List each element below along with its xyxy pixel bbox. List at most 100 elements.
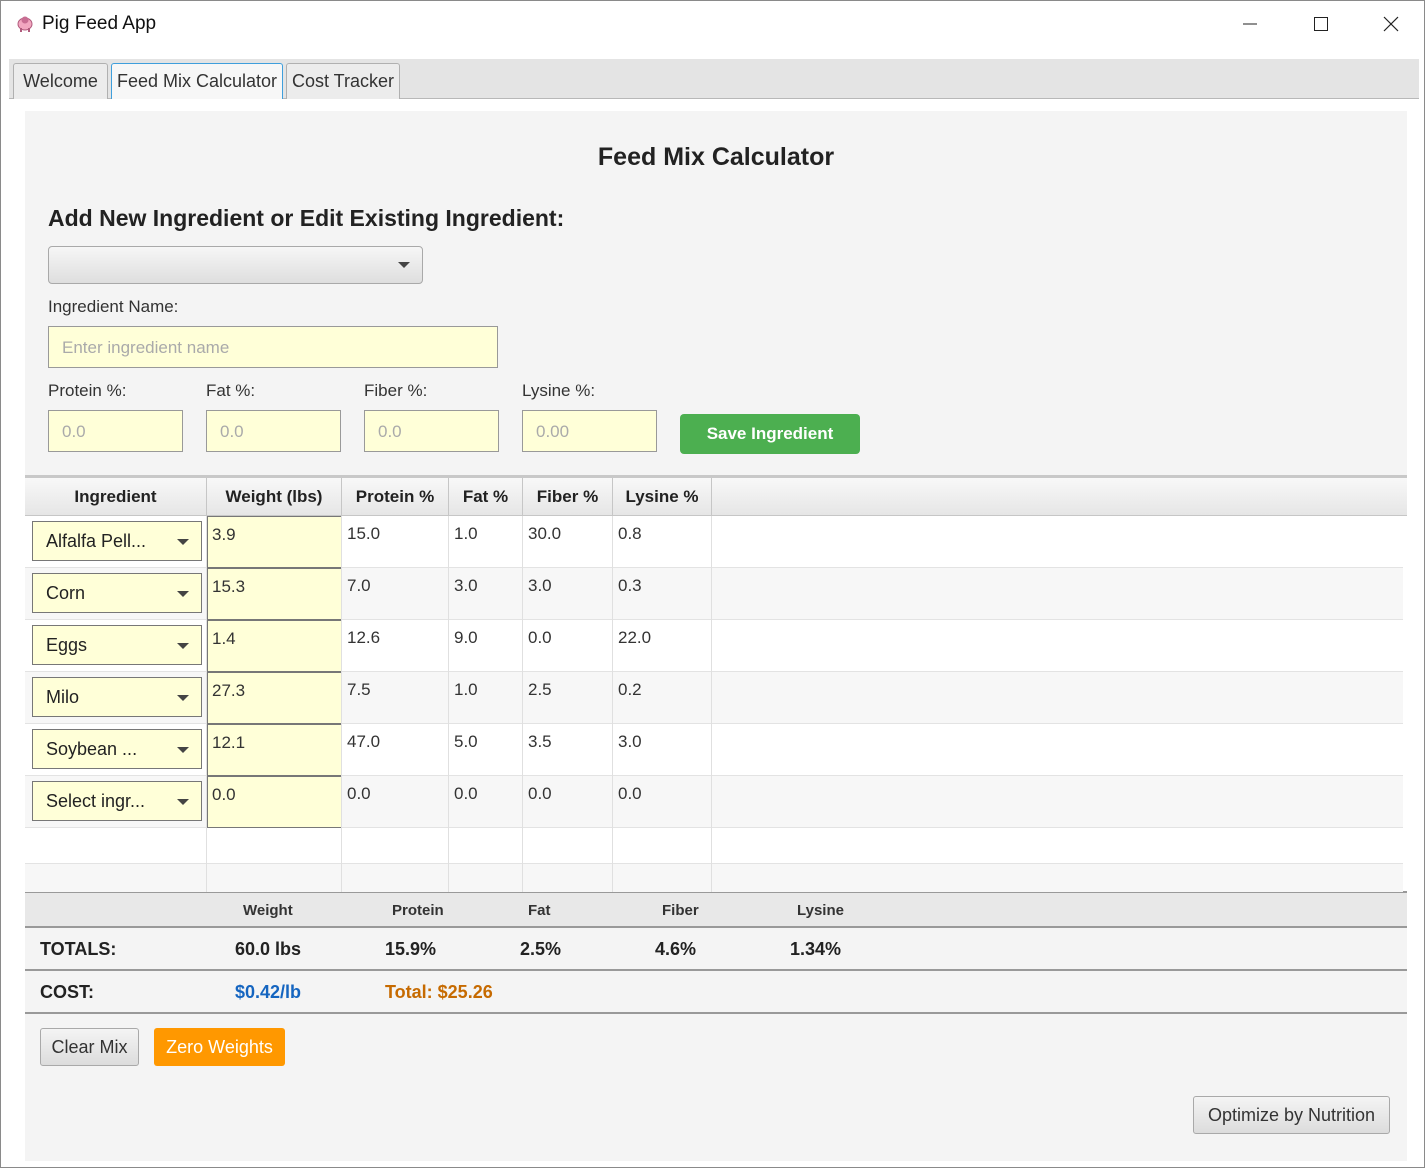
protein-label: Protein %: xyxy=(48,381,127,400)
summary-header-fiber: Fiber xyxy=(662,902,699,919)
chevron-down-icon xyxy=(398,262,410,268)
row-weight-input[interactable]: 27.3 xyxy=(207,672,342,724)
table-row: Alfalfa Pell... 3.9 15.0 1.0 30.0 0.8 xyxy=(25,516,1403,568)
fiber-label: Fiber %: xyxy=(364,381,428,400)
row-fat: 9.0 xyxy=(454,628,478,647)
row-lysine: 0.8 xyxy=(618,524,642,543)
empty-table-row xyxy=(25,828,1403,864)
zero-weights-button[interactable]: Zero Weights xyxy=(154,1028,285,1066)
maximize-icon xyxy=(1314,17,1328,31)
row-fiber: 30.0 xyxy=(528,524,562,543)
ingredient-name-input[interactable]: Enter ingredient name xyxy=(48,326,498,368)
tab-cost-tracker[interactable]: Cost Tracker xyxy=(286,63,400,99)
cost-row: COST: $0.42/lb Total: $25.26 xyxy=(25,971,1407,1014)
section-title: Add New Ingredient or Edit Existing Ingr… xyxy=(48,205,565,231)
row-ingredient-value: Corn xyxy=(46,583,86,603)
total-weight: 60.0 lbs xyxy=(235,939,302,959)
chevron-down-icon xyxy=(177,747,189,753)
row-ingredient-value: Eggs xyxy=(46,635,88,655)
protein-input[interactable]: 0.0 xyxy=(48,410,183,452)
row-ingredient-select[interactable]: Eggs xyxy=(32,625,202,665)
summary-header-fat: Fat xyxy=(528,902,551,919)
total-fat: 2.5% xyxy=(520,939,562,959)
total-lysine: 1.34% xyxy=(790,939,842,959)
row-ingredient-select[interactable]: Corn xyxy=(32,573,202,613)
title-bar: Pig Feed App xyxy=(1,1,1424,47)
column-header-fiber[interactable]: Fiber % xyxy=(523,478,613,516)
lysine-input[interactable]: 0.00 xyxy=(522,410,657,452)
column-divider xyxy=(522,516,523,892)
table-row: Select ingr... 0.0 0.0 0.0 0.0 0.0 xyxy=(25,776,1403,828)
column-header-fat[interactable]: Fat % xyxy=(449,478,523,516)
window-title: Pig Feed App xyxy=(42,13,157,34)
row-ingredient-select[interactable]: Milo xyxy=(32,677,202,717)
row-fat: 5.0 xyxy=(454,732,478,751)
pig-icon xyxy=(17,16,33,32)
row-fiber: 2.5 xyxy=(528,680,552,699)
tab-welcome[interactable]: Welcome xyxy=(13,63,108,99)
column-divider xyxy=(341,516,342,892)
lysine-label: Lysine %: xyxy=(522,381,596,400)
row-fiber: 0.0 xyxy=(528,628,552,647)
cost-per-lb: $0.42/lb xyxy=(235,982,302,1002)
row-protein: 15.0 xyxy=(347,524,381,543)
feed-mix-panel: Feed Mix Calculator Add New Ingredient o… xyxy=(25,111,1407,1161)
row-protein: 7.0 xyxy=(347,576,371,595)
column-divider xyxy=(206,516,207,892)
maximize-button[interactable] xyxy=(1286,1,1356,47)
row-ingredient-value: Select ingr... xyxy=(46,791,146,811)
summary-header-protein: Protein xyxy=(392,902,444,919)
minimize-button[interactable] xyxy=(1215,1,1285,47)
summary-header: Weight Protein Fat Fiber Lysine xyxy=(25,893,1407,928)
row-weight-input[interactable]: 15.3 xyxy=(207,568,342,620)
row-fiber: 3.0 xyxy=(528,576,552,595)
chevron-down-icon xyxy=(177,591,189,597)
column-divider xyxy=(711,516,712,892)
chevron-down-icon xyxy=(177,695,189,701)
table-row: Milo 27.3 7.5 1.0 2.5 0.2 xyxy=(25,672,1403,724)
column-header-ingredient[interactable]: Ingredient xyxy=(25,478,207,516)
ingredient-name-label: Ingredient Name: xyxy=(48,297,179,316)
total-fiber: 4.6% xyxy=(655,939,697,959)
summary-header-lysine: Lysine xyxy=(797,902,844,919)
total-protein: 15.9% xyxy=(385,939,437,959)
row-weight-input[interactable]: 3.9 xyxy=(207,516,342,568)
row-protein: 7.5 xyxy=(347,680,371,699)
fat-input[interactable]: 0.0 xyxy=(206,410,341,452)
row-ingredient-value: Alfalfa Pell... xyxy=(46,531,147,551)
row-weight-input[interactable]: 12.1 xyxy=(207,724,342,776)
close-button[interactable] xyxy=(1356,1,1425,47)
optimize-by-nutrition-button[interactable]: Optimize by Nutrition xyxy=(1193,1096,1390,1134)
column-divider xyxy=(612,516,613,892)
row-lysine: 0.2 xyxy=(618,680,642,699)
row-ingredient-select[interactable]: Alfalfa Pell... xyxy=(32,521,202,561)
tab-feed-mix-calculator[interactable]: Feed Mix Calculator xyxy=(111,63,283,99)
row-lysine: 0.3 xyxy=(618,576,642,595)
fiber-input[interactable]: 0.0 xyxy=(364,410,499,452)
ingredient-table: Ingredient Weight (lbs) Protein % Fat % … xyxy=(25,475,1407,893)
row-lysine: 3.0 xyxy=(618,732,642,751)
row-protein: 0.0 xyxy=(347,784,371,803)
row-weight-input[interactable]: 1.4 xyxy=(207,620,342,672)
row-ingredient-select[interactable]: Select ingr... xyxy=(32,781,202,821)
cost-total: Total: $25.26 xyxy=(385,982,493,1002)
fat-label: Fat %: xyxy=(206,381,256,400)
app-window: Pig Feed App Welcome Feed Mix Calculator… xyxy=(0,0,1425,1168)
clear-mix-button[interactable]: Clear Mix xyxy=(40,1028,139,1066)
row-ingredient-value: Soybean ... xyxy=(46,739,138,759)
save-ingredient-button[interactable]: Save Ingredient xyxy=(680,414,860,454)
row-fat: 1.0 xyxy=(454,680,478,699)
ingredient-select[interactable] xyxy=(48,246,423,284)
column-divider xyxy=(448,516,449,892)
column-header-protein[interactable]: Protein % xyxy=(342,478,449,516)
column-header-weight[interactable]: Weight (lbs) xyxy=(207,478,342,516)
table-header: Ingredient Weight (lbs) Protein % Fat % … xyxy=(25,478,1407,516)
chevron-down-icon xyxy=(177,799,189,805)
row-weight-input[interactable]: 0.0 xyxy=(207,776,342,828)
table-row: Eggs 1.4 12.6 9.0 0.0 22.0 xyxy=(25,620,1403,672)
row-protein: 47.0 xyxy=(347,732,381,751)
row-ingredient-select[interactable]: Soybean ... xyxy=(32,729,202,769)
table-row: Soybean ... 12.1 47.0 5.0 3.5 3.0 xyxy=(25,724,1403,776)
column-header-lysine[interactable]: Lysine % xyxy=(613,478,712,516)
close-icon xyxy=(1383,16,1399,32)
